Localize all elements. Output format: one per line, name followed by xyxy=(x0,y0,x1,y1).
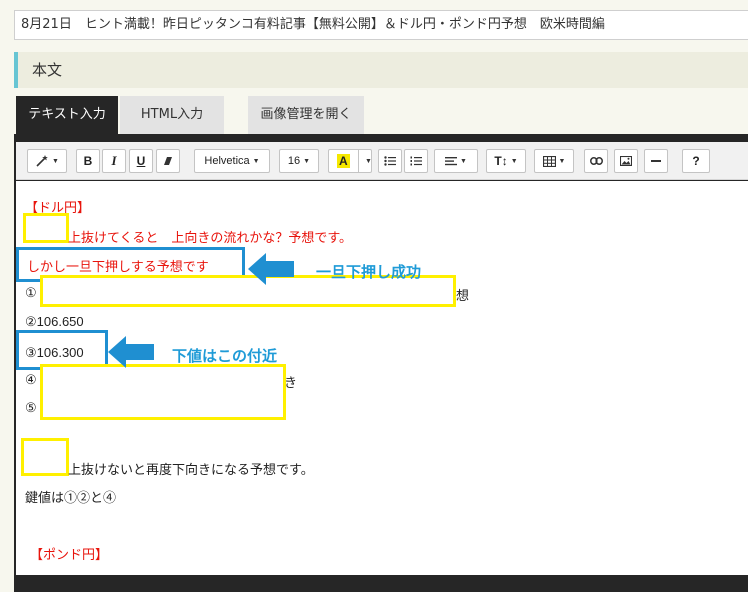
highlight-dropdown-icon: ▼ xyxy=(365,157,372,165)
horizontal-rule-button[interactable] xyxy=(644,149,668,173)
tab-image-manager[interactable]: 画像管理を開く xyxy=(248,96,364,134)
tab-text-input[interactable]: テキスト入力 xyxy=(16,96,118,134)
image-icon xyxy=(620,156,632,166)
item1-suffix: 想 xyxy=(456,288,470,303)
font-family-select[interactable]: Helvetica ▼ xyxy=(194,149,270,173)
table-button[interactable]: ▼ xyxy=(534,149,574,173)
table-icon xyxy=(542,155,556,167)
italic-button[interactable]: I xyxy=(102,149,126,173)
post-title-input[interactable]: 8月21日 ヒント満載！昨日ピッタンコ有料記事【無料公開】＆ドル円・ポンド円予想… xyxy=(14,10,748,40)
arrow-left-icon xyxy=(108,336,154,368)
font-family-value: Helvetica xyxy=(204,155,250,167)
editor-bottom-bar xyxy=(16,575,748,592)
help-label: ? xyxy=(692,154,700,168)
section-header-body: 本文 xyxy=(14,52,748,88)
underline-button[interactable]: U xyxy=(129,149,153,173)
bold-label: B xyxy=(83,154,93,168)
align-button[interactable]: ▼ xyxy=(434,149,478,173)
yellow-mask-box xyxy=(23,213,69,243)
bold-button[interactable]: B xyxy=(76,149,100,173)
link-icon xyxy=(589,157,603,165)
font-size-select[interactable]: 16 ▼ xyxy=(279,149,319,173)
link-button[interactable] xyxy=(584,149,608,173)
arrow-left-icon xyxy=(248,253,294,285)
magic-wand-button[interactable]: ▼ xyxy=(27,149,67,173)
gbp-jpy-heading: 【ポンド円】 xyxy=(30,547,109,562)
ordered-list-icon xyxy=(410,156,422,166)
help-button[interactable]: ? xyxy=(682,149,710,173)
editor-toolbar: ▼ B I U Helvetica ▼ 16 ▼ A ▼ ▼ T↕ ▼ ▼ ? xyxy=(16,142,748,180)
unordered-list-button[interactable] xyxy=(378,149,402,173)
key-values: 鍵値は①②と④ xyxy=(25,490,117,505)
align-icon xyxy=(445,157,458,166)
yellow-mask-box xyxy=(40,364,286,420)
highlight-label: A xyxy=(337,154,350,168)
editor-content-area[interactable]: 【ドル円】 上抜けてくると 上向きの流れかな？予想です。 しかし一旦下押しする予… xyxy=(16,181,748,575)
item4-prefix: ④ xyxy=(25,372,37,387)
underline-label: U xyxy=(136,154,146,168)
line-no-break: 上抜けないと再度下向きになる予想です。 xyxy=(68,462,314,477)
line-height-button[interactable]: T↕ ▼ xyxy=(486,149,526,173)
line-height-label: T↕ xyxy=(494,154,508,168)
tab-html-input[interactable]: HTML入力 xyxy=(120,96,224,134)
line-up-break: 上抜けてくると 上向きの流れかな？予想です。 xyxy=(68,230,353,245)
item1-prefix: ① xyxy=(25,285,37,300)
font-size-value: 16 xyxy=(287,155,301,167)
eraser-icon xyxy=(164,157,172,165)
item5-prefix: ⑤ xyxy=(25,400,37,415)
callout-push-down-success: 一旦下押し成功 xyxy=(316,263,422,281)
unordered-list-icon xyxy=(384,156,396,166)
ordered-list-button[interactable] xyxy=(404,149,428,173)
italic-label: I xyxy=(111,153,117,168)
highlight-color-button[interactable]: A ▼ xyxy=(328,149,372,173)
item2: ②106.650 xyxy=(25,314,84,329)
eraser-button[interactable] xyxy=(156,149,180,173)
image-insert-button[interactable] xyxy=(614,149,638,173)
callout-support-level: 下値はこの付近 xyxy=(172,347,278,365)
yellow-mask-box xyxy=(21,438,69,476)
magic-wand-icon xyxy=(36,155,48,167)
horizontal-rule-icon xyxy=(651,160,661,162)
